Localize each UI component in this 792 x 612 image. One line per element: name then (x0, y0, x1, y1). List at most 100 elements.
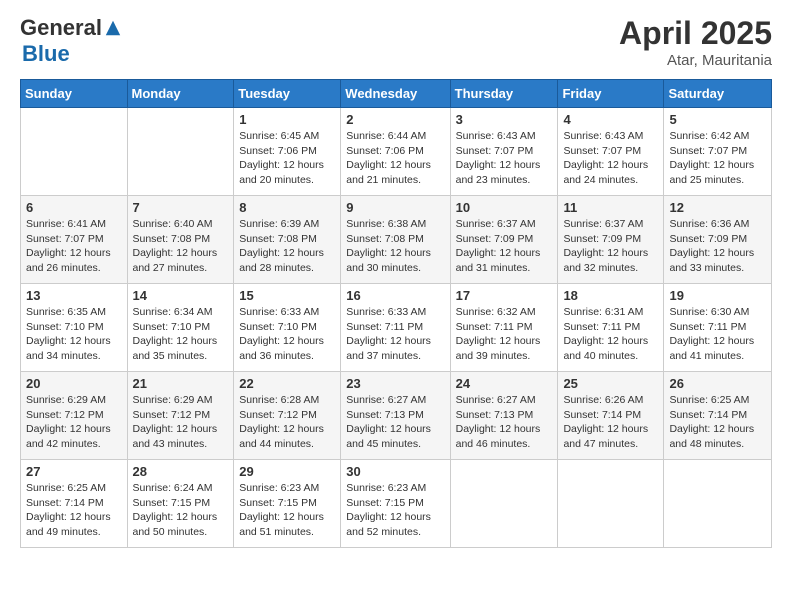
calendar-header-sunday: Sunday (21, 80, 128, 108)
day-detail: Sunrise: 6:44 AMSunset: 7:06 PMDaylight:… (346, 129, 444, 188)
day-detail: Sunrise: 6:25 AMSunset: 7:14 PMDaylight:… (669, 393, 766, 452)
day-number: 1 (239, 112, 335, 127)
day-number: 3 (456, 112, 553, 127)
day-detail: Sunrise: 6:32 AMSunset: 7:11 PMDaylight:… (456, 305, 553, 364)
calendar-cell: 5Sunrise: 6:42 AMSunset: 7:07 PMDaylight… (664, 108, 772, 196)
day-number: 16 (346, 288, 444, 303)
calendar-cell: 2 Sunrise: 6:44 AMSunset: 7:06 PMDaylight… (341, 108, 450, 196)
day-number: 6 (26, 200, 122, 215)
day-detail: Sunrise: 6:43 AMSunset: 7:07 PMDaylight:… (563, 129, 658, 188)
calendar-cell: 26 Sunrise: 6:25 AMSunset: 7:14 PMDayligh… (664, 372, 772, 460)
day-detail: Sunrise: 6:39 AMSunset: 7:08 PMDaylight:… (239, 217, 335, 276)
day-detail: Sunrise: 6:33 AMSunset: 7:11 PMDaylight:… (346, 305, 444, 364)
calendar-week-row-5: 27 Sunrise: 6:25 AMSunset: 7:14 PMDayligh… (21, 460, 772, 548)
calendar-table: SundayMondayTuesdayWednesdayThursdayFrid… (20, 79, 772, 548)
day-detail: Sunrise: 6:33 AMSunset: 7:10 PMDaylight:… (239, 305, 335, 364)
day-number: 4 (563, 112, 658, 127)
calendar-cell: 8 Sunrise: 6:39 AMSunset: 7:08 PMDaylight… (234, 196, 341, 284)
day-number: 28 (133, 464, 229, 479)
day-number: 9 (346, 200, 444, 215)
day-detail: Sunrise: 6:26 AMSunset: 7:14 PMDaylight:… (563, 393, 658, 452)
calendar-week-row-2: 6 Sunrise: 6:41 AMSunset: 7:07 PMDaylight… (21, 196, 772, 284)
calendar-cell: 18Sunrise: 6:31 AMSunset: 7:11 PMDayligh… (558, 284, 664, 372)
calendar-cell: 27 Sunrise: 6:25 AMSunset: 7:14 PMDayligh… (21, 460, 128, 548)
day-detail: Sunrise: 6:35 AMSunset: 7:10 PMDaylight:… (26, 305, 122, 364)
day-number: 8 (239, 200, 335, 215)
calendar-cell: 4 Sunrise: 6:43 AMSunset: 7:07 PMDaylight… (558, 108, 664, 196)
day-number: 25 (563, 376, 658, 391)
day-detail: Sunrise: 6:23 AMSunset: 7:15 PMDaylight:… (346, 481, 444, 540)
calendar-cell: 6 Sunrise: 6:41 AMSunset: 7:07 PMDaylight… (21, 196, 128, 284)
day-detail: Sunrise: 6:28 AMSunset: 7:12 PMDaylight:… (239, 393, 335, 452)
day-number: 27 (26, 464, 122, 479)
logo-icon (104, 19, 122, 37)
day-number: 7 (133, 200, 229, 215)
calendar-cell: 23Sunrise: 6:27 AMSunset: 7:13 PMDayligh… (341, 372, 450, 460)
calendar-cell: 21Sunrise: 6:29 AMSunset: 7:12 PMDayligh… (127, 372, 234, 460)
day-detail: Sunrise: 6:24 AMSunset: 7:15 PMDaylight:… (133, 481, 229, 540)
day-number: 11 (563, 200, 658, 215)
calendar-cell: 30 Sunrise: 6:23 AMSunset: 7:15 PMDayligh… (341, 460, 450, 548)
calendar-week-row-4: 20Sunrise: 6:29 AMSunset: 7:12 PMDayligh… (21, 372, 772, 460)
calendar-cell: 25 Sunrise: 6:26 AMSunset: 7:14 PMDayligh… (558, 372, 664, 460)
logo: General Blue (20, 15, 122, 67)
calendar-header-monday: Monday (127, 80, 234, 108)
day-detail: Sunrise: 6:23 AMSunset: 7:15 PMDaylight:… (239, 481, 335, 540)
logo-blue-text: Blue (22, 41, 70, 67)
calendar-cell: 3 Sunrise: 6:43 AMSunset: 7:07 PMDaylight… (450, 108, 558, 196)
calendar-cell: 15 Sunrise: 6:33 AMSunset: 7:10 PMDayligh… (234, 284, 341, 372)
day-detail: Sunrise: 6:34 AMSunset: 7:10 PMDaylight:… (133, 305, 229, 364)
day-detail: Sunrise: 6:37 AMSunset: 7:09 PMDaylight:… (456, 217, 553, 276)
day-detail: Sunrise: 6:38 AMSunset: 7:08 PMDaylight:… (346, 217, 444, 276)
logo-text: General (20, 15, 122, 41)
day-number: 19 (669, 288, 766, 303)
day-number: 12 (669, 200, 766, 215)
day-detail: Sunrise: 6:30 AMSunset: 7:11 PMDaylight:… (669, 305, 766, 364)
calendar-cell: 1 Sunrise: 6:45 AMSunset: 7:06 PMDaylight… (234, 108, 341, 196)
day-detail: Sunrise: 6:25 AMSunset: 7:14 PMDaylight:… (26, 481, 122, 540)
day-number: 21 (133, 376, 229, 391)
title-block: April 2025 Atar, Mauritania (619, 15, 772, 69)
day-detail: Sunrise: 6:27 AMSunset: 7:13 PMDaylight:… (456, 393, 553, 452)
day-detail: Sunrise: 6:43 AMSunset: 7:07 PMDaylight:… (456, 129, 553, 188)
day-detail: Sunrise: 6:41 AMSunset: 7:07 PMDaylight:… (26, 217, 122, 276)
day-number: 20 (26, 376, 122, 391)
day-number: 10 (456, 200, 553, 215)
calendar-cell: 22 Sunrise: 6:28 AMSunset: 7:12 PMDayligh… (234, 372, 341, 460)
calendar-header-thursday: Thursday (450, 80, 558, 108)
calendar-header-saturday: Saturday (664, 80, 772, 108)
calendar-cell: 12 Sunrise: 6:36 AMSunset: 7:09 PMDayligh… (664, 196, 772, 284)
day-number: 30 (346, 464, 444, 479)
day-number: 15 (239, 288, 335, 303)
calendar-header-friday: Friday (558, 80, 664, 108)
calendar-cell: 10 Sunrise: 6:37 AMSunset: 7:09 PMDayligh… (450, 196, 558, 284)
calendar-week-row-3: 13 Sunrise: 6:35 AMSunset: 7:10 PMDayligh… (21, 284, 772, 372)
calendar-week-row-1: 1 Sunrise: 6:45 AMSunset: 7:06 PMDaylight… (21, 108, 772, 196)
header: General Blue April 2025 Atar, Mauritania (20, 15, 772, 69)
day-number: 13 (26, 288, 122, 303)
day-number: 14 (133, 288, 229, 303)
day-detail: Sunrise: 6:40 AMSunset: 7:08 PMDaylight:… (133, 217, 229, 276)
day-detail: Sunrise: 6:27 AMSunset: 7:13 PMDaylight:… (346, 393, 444, 452)
day-detail: Sunrise: 6:37 AMSunset: 7:09 PMDaylight:… (563, 217, 658, 276)
calendar-cell: 28 Sunrise: 6:24 AMSunset: 7:15 PMDayligh… (127, 460, 234, 548)
day-number: 29 (239, 464, 335, 479)
calendar-cell (450, 460, 558, 548)
calendar-cell: 14 Sunrise: 6:34 AMSunset: 7:10 PMDayligh… (127, 284, 234, 372)
day-number: 17 (456, 288, 553, 303)
day-number: 22 (239, 376, 335, 391)
calendar-cell (127, 108, 234, 196)
day-detail: Sunrise: 6:45 AMSunset: 7:06 PMDaylight:… (239, 129, 335, 188)
calendar-cell: 17 Sunrise: 6:32 AMSunset: 7:11 PMDayligh… (450, 284, 558, 372)
location: Atar, Mauritania (619, 52, 772, 69)
calendar-cell (558, 460, 664, 548)
calendar-cell: 9 Sunrise: 6:38 AMSunset: 7:08 PMDaylight… (341, 196, 450, 284)
calendar-cell: 19 Sunrise: 6:30 AMSunset: 7:11 PMDayligh… (664, 284, 772, 372)
calendar-header-row: SundayMondayTuesdayWednesdayThursdayFrid… (21, 80, 772, 108)
calendar-header-tuesday: Tuesday (234, 80, 341, 108)
day-detail: Sunrise: 6:36 AMSunset: 7:09 PMDaylight:… (669, 217, 766, 276)
calendar-cell: 29 Sunrise: 6:23 AMSunset: 7:15 PMDayligh… (234, 460, 341, 548)
day-number: 26 (669, 376, 766, 391)
day-number: 2 (346, 112, 444, 127)
day-number: 5 (669, 112, 766, 127)
